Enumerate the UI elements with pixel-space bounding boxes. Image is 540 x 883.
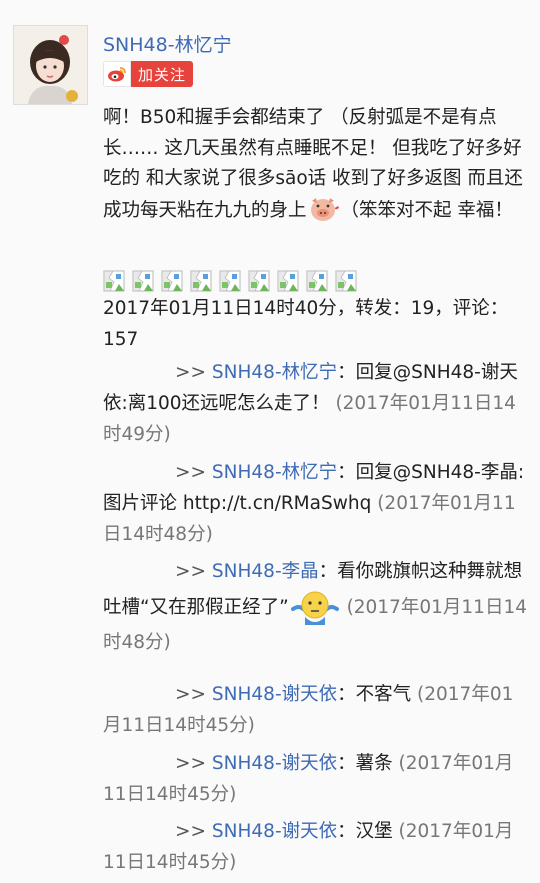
- reply-author-link[interactable]: SNH48-林忆宁: [212, 362, 337, 383]
- reply-author-link[interactable]: SNH48-林忆宁: [212, 462, 337, 483]
- shrug-emoji: [290, 591, 339, 625]
- reply-arrow: >>: [175, 561, 207, 582]
- broken-image-icon[interactable]: [103, 270, 125, 292]
- reply-item: >> SNH48-林忆宁：回复@SNH48-谢天依:离100还远呢怎么走了！ (…: [103, 357, 528, 450]
- follow-button[interactable]: 加关注: [103, 61, 193, 87]
- user-avatar-photo: [14, 26, 87, 104]
- reply-item: >> SNH48-林忆宁：回复@SNH48-李晶:图片评论 http://t.c…: [103, 457, 528, 550]
- reply-arrow: >>: [175, 821, 207, 842]
- pig-emoji: [310, 197, 339, 221]
- weibo-icon: [103, 61, 131, 87]
- broken-image-icon[interactable]: [248, 270, 270, 292]
- reply-arrow: >>: [175, 362, 207, 383]
- reply-item: >> SNH48-谢天依：不客气 (2017年01月11日14时45分): [103, 679, 528, 741]
- broken-image-icon[interactable]: [335, 270, 357, 292]
- post-text: 啊！B50和握手会都结束了 （反射弧是不是有点长…… 这几天虽然有点睡眠不足！ …: [103, 103, 531, 226]
- post-text-part2: （笨笨对不起 幸福！: [340, 199, 513, 221]
- reply-arrow: >>: [175, 684, 207, 705]
- post-images: [103, 270, 357, 292]
- reply-author-link[interactable]: SNH48-谢天依: [212, 684, 337, 705]
- reply-author-link[interactable]: SNH48-谢天依: [212, 753, 337, 774]
- reply-text: ：薯条: [337, 753, 393, 774]
- broken-image-icon[interactable]: [161, 270, 183, 292]
- reply-author-link[interactable]: SNH48-李晶: [212, 561, 319, 582]
- post-meta: 2017年01月11日14时40分，转发：19，评论：157: [103, 298, 509, 350]
- broken-image-icon[interactable]: [306, 270, 328, 292]
- broken-image-icon[interactable]: [132, 270, 154, 292]
- reply-arrow: >>: [175, 753, 207, 774]
- reply-item: >> SNH48-李晶：看你跳旗帜这种舞就想吐槽“又在那假正经了” (2017年…: [103, 556, 528, 658]
- follow-label: 加关注: [131, 61, 193, 87]
- broken-image-icon[interactable]: [219, 270, 241, 292]
- broken-image-icon[interactable]: [277, 270, 299, 292]
- reply-author-link[interactable]: SNH48-谢天依: [212, 821, 337, 842]
- reply-item: >> SNH48-谢天依：薯条 (2017年01月11日14时45分): [103, 748, 528, 810]
- reply-arrow: >>: [175, 462, 207, 483]
- reply-text: ：汉堡: [337, 821, 393, 842]
- reply-item: >> SNH48-谢天依：汉堡 (2017年01月11日14时45分): [103, 816, 528, 878]
- avatar[interactable]: [13, 25, 88, 105]
- broken-image-icon[interactable]: [190, 270, 212, 292]
- reply-text: ：不客气: [337, 684, 412, 705]
- username-link[interactable]: SNH48-林忆宁: [103, 30, 232, 57]
